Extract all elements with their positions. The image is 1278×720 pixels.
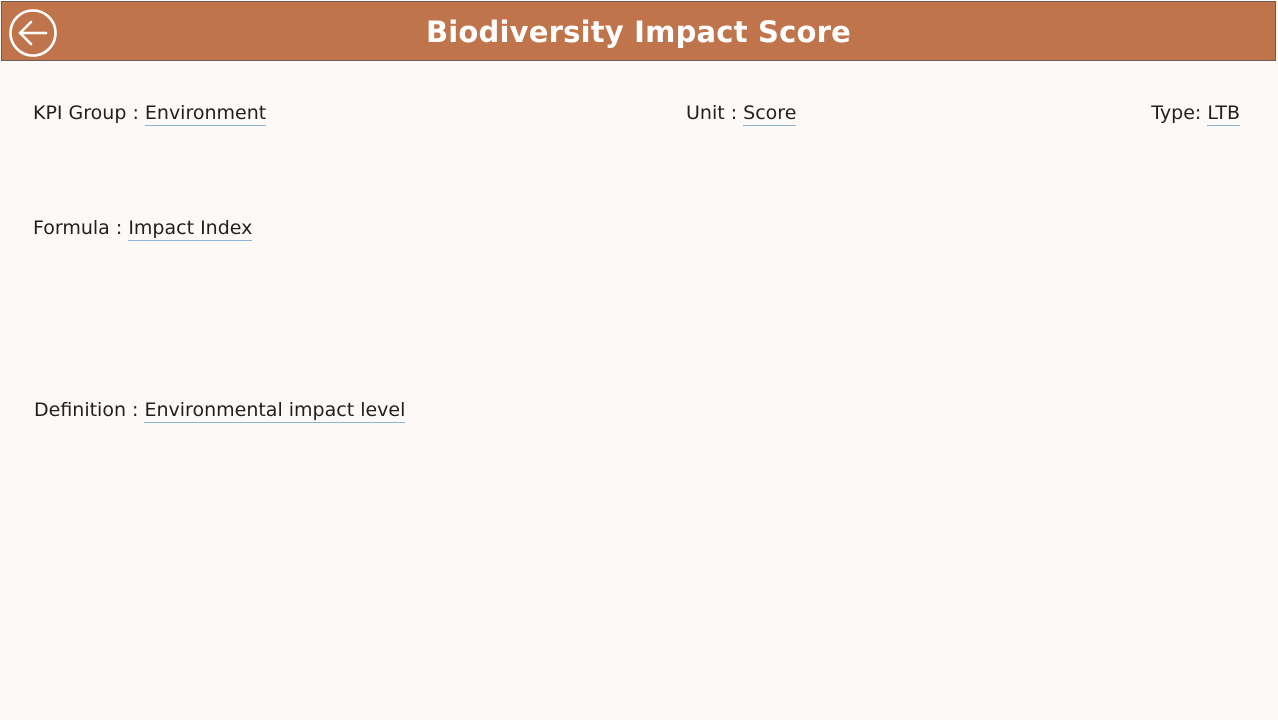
- definition-label: Definition :: [34, 399, 145, 421]
- kpi-group-field: KPI Group : Environment: [33, 102, 267, 126]
- back-button[interactable]: [8, 8, 58, 58]
- type-label: Type:: [1151, 102, 1208, 124]
- unit-value: Score: [743, 102, 797, 126]
- definition-value: Environmental impact level: [144, 399, 406, 423]
- page-title: Biodiversity Impact Score: [425, 15, 852, 49]
- header-bar: Biodiversity Impact Score: [1, 1, 1276, 61]
- type-field: Type: LTB: [1151, 102, 1240, 126]
- formula-field: Formula : Impact Index: [33, 217, 253, 241]
- type-value: LTB: [1207, 102, 1240, 126]
- kpi-group-label: KPI Group :: [33, 102, 145, 124]
- kpi-group-value: Environment: [144, 102, 267, 126]
- formula-label: Formula :: [33, 217, 129, 239]
- formula-value: Impact Index: [128, 217, 253, 241]
- arrow-left-circle-icon: [9, 9, 57, 57]
- definition-field: Definition : Environmental impact level: [34, 399, 406, 423]
- unit-field: Unit : Score: [686, 102, 797, 126]
- unit-label: Unit :: [686, 102, 744, 124]
